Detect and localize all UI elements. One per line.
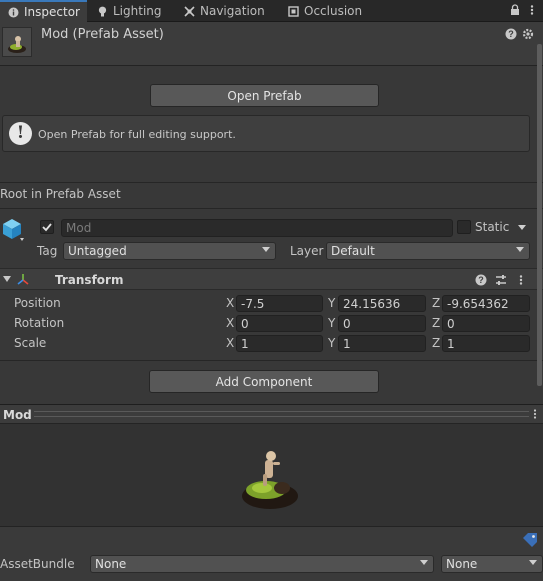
prefab-cube-icon[interactable] (2, 218, 24, 242)
chevron-down-icon (529, 560, 537, 565)
axis-y-label[interactable]: Y (328, 336, 335, 350)
preview-title: Mod (3, 408, 32, 422)
position-y-field[interactable]: 24.15636 (338, 295, 426, 312)
more-options-icon[interactable] (526, 4, 538, 16)
help-text: Open Prefab for full editing support. (38, 128, 236, 141)
help-icon[interactable]: ? (505, 28, 517, 40)
layer-label: Layer (290, 244, 324, 258)
axis-y-label[interactable]: Y (328, 316, 335, 330)
asset-bundle-dropdown[interactable]: None (90, 555, 434, 573)
label-tag-icon[interactable] (522, 533, 538, 547)
rotation-x-field[interactable]: 0 (236, 315, 323, 332)
position-label: Position (14, 296, 61, 310)
transform-title: Transform (55, 273, 124, 287)
preview-header[interactable]: Mod (0, 404, 543, 424)
scale-z-field[interactable]: 1 (442, 335, 530, 352)
rotation-y-field[interactable]: 0 (338, 315, 426, 332)
axis-z-label[interactable]: Z (432, 316, 440, 330)
scrollbar-thumb[interactable] (537, 44, 542, 386)
chevron-down-icon (420, 560, 428, 565)
model-preview-image (242, 451, 298, 509)
position-x-field[interactable]: -7.5 (236, 295, 323, 312)
info-icon (8, 7, 19, 18)
transform-icon (16, 273, 30, 287)
scale-label: Scale (14, 336, 47, 350)
add-component-button[interactable]: Add Component (149, 370, 379, 393)
occlusion-icon (288, 5, 299, 17)
axis-x-label[interactable]: X (226, 296, 234, 310)
window-tab-bar: Inspector Lighting Navigation Occlusion (0, 0, 543, 22)
more-options-icon[interactable] (515, 274, 527, 286)
asset-bundle-variant-value: None (446, 557, 478, 571)
axis-x-label[interactable]: X (226, 316, 234, 330)
drag-handle[interactable] (34, 411, 529, 417)
rotation-label: Rotation (14, 316, 65, 330)
tab-label: Lighting (113, 4, 162, 18)
settings-icon[interactable] (522, 28, 534, 40)
tab-label: Navigation (200, 4, 265, 18)
lock-icon[interactable] (509, 4, 521, 16)
tab-navigation[interactable]: Navigation (176, 0, 276, 22)
svg-text:?: ? (508, 29, 514, 39)
svg-text:?: ? (478, 275, 484, 285)
navigation-icon (184, 5, 195, 17)
more-options-icon[interactable] (531, 408, 539, 420)
open-prefab-button[interactable]: Open Prefab (150, 84, 379, 107)
divider (0, 360, 543, 361)
tag-dropdown[interactable]: Untagged (63, 242, 276, 260)
tab-label: Occlusion (304, 4, 363, 18)
active-checkbox[interactable] (40, 220, 54, 234)
root-label: Root in Prefab Asset (0, 187, 121, 201)
divider (0, 208, 543, 209)
scale-x-field[interactable]: 1 (236, 335, 323, 352)
axis-z-label[interactable]: Z (432, 336, 440, 350)
tab-occlusion[interactable]: Occlusion (280, 0, 375, 22)
preset-icon[interactable] (495, 274, 507, 286)
asset-bundle-bar: AssetBundle None None (0, 526, 543, 581)
axis-z-label[interactable]: Z (432, 296, 440, 310)
axis-y-label[interactable]: Y (328, 296, 335, 310)
static-dropdown-arrow-icon[interactable] (518, 225, 526, 230)
asset-thumbnail (2, 27, 32, 57)
object-name-field[interactable]: Mod (61, 219, 453, 237)
asset-header: Mod (Prefab Asset) ? (0, 22, 543, 66)
chevron-down-icon (516, 247, 524, 252)
rotation-z-field[interactable]: 0 (442, 315, 530, 332)
help-box: ! Open Prefab for full editing support. (2, 115, 530, 152)
tab-inspector[interactable]: Inspector (0, 0, 87, 22)
asset-bundle-value: None (95, 557, 127, 571)
help-icon[interactable]: ? (475, 274, 487, 286)
axis-x-label[interactable]: X (226, 336, 234, 350)
transform-component-header[interactable]: Transform ? (0, 268, 543, 290)
static-label: Static (475, 220, 510, 234)
scale-y-field[interactable]: 1 (338, 335, 426, 352)
position-z-field[interactable]: -9.654362 (442, 295, 530, 312)
lightbulb-icon (97, 6, 108, 17)
layer-value: Default (331, 244, 375, 258)
tab-lighting[interactable]: Lighting (89, 0, 179, 22)
asset-preview[interactable] (0, 424, 543, 526)
tag-value: Untagged (68, 244, 127, 258)
divider (0, 182, 543, 183)
asset-bundle-variant-dropdown[interactable]: None (441, 555, 543, 573)
warning-icon: ! (9, 122, 32, 145)
static-checkbox[interactable] (457, 220, 471, 234)
asset-bundle-label: AssetBundle (0, 557, 75, 571)
foldout-arrow-icon[interactable] (3, 276, 11, 282)
tag-label: Tag (37, 244, 58, 258)
chevron-down-icon (262, 247, 270, 252)
tab-label: Inspector (24, 5, 80, 19)
asset-title: Mod (Prefab Asset) (41, 27, 164, 42)
layer-dropdown[interactable]: Default (326, 242, 530, 260)
